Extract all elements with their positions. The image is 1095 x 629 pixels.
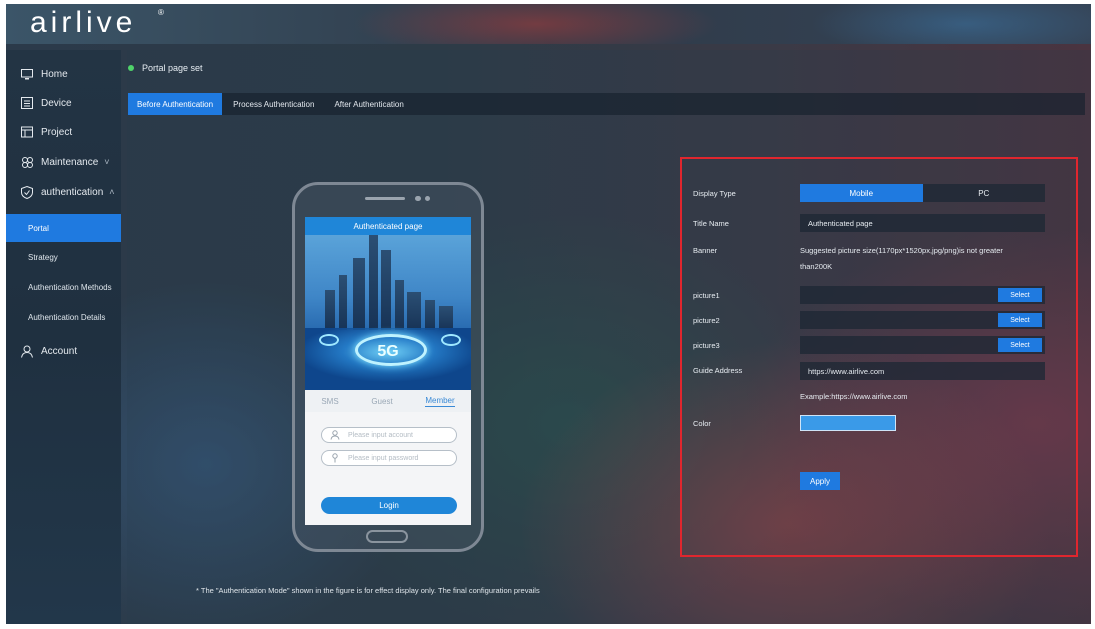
tab-after-authentication[interactable]: After Authentication [325, 93, 412, 115]
page-title: Portal page set [142, 63, 203, 73]
chevron-up-icon: ˄ [109, 187, 115, 197]
sidebar-subitem-strategy[interactable]: Strategy [6, 243, 121, 271]
sidebar-item-account[interactable]: Account [6, 337, 121, 365]
picture3-label: picture3 [693, 341, 720, 350]
sidebar-subitem-label: Portal [28, 223, 49, 233]
preview-title: Authenticated page [305, 217, 471, 235]
device-list-icon [20, 96, 34, 110]
lock-icon [330, 453, 340, 463]
registered-mark: ® [158, 8, 164, 17]
picture1-field[interactable]: Select [800, 286, 1045, 304]
picture2-select-button[interactable]: Select [998, 313, 1042, 327]
banner-5g-text: 5G [377, 343, 399, 360]
guide-address-example: Example:https://www.airlive.com [800, 392, 908, 401]
building [381, 250, 391, 330]
status-dot [128, 65, 134, 71]
building [407, 292, 421, 330]
preview-screen: Authenticated page 5G SMS Guest Member P… [305, 217, 471, 525]
sidebar-item-label: Maintenance [41, 156, 99, 168]
sidebar-item-home[interactable]: Home [6, 60, 121, 88]
sidebar-item-project[interactable]: Project [6, 118, 121, 146]
picture2-label: picture2 [693, 316, 720, 325]
banner-label: Banner [693, 246, 718, 255]
sidebar-subitem-portal[interactable]: Portal [6, 214, 121, 242]
banner-size-hint-2: than200K [800, 262, 833, 271]
sidebar-item-authentication[interactable]: authentication ˄ [6, 178, 121, 206]
sidebar-subitem-label: Authentication Methods [28, 282, 112, 292]
phone-camera [415, 196, 421, 201]
preview-login-button[interactable]: Login [321, 497, 457, 514]
guide-address-label: Guide Address [693, 366, 743, 375]
display-type-mobile[interactable]: Mobile [800, 184, 923, 202]
brand-logo[interactable]: airlive [30, 6, 136, 40]
apply-button[interactable]: Apply [800, 472, 840, 490]
color-picker[interactable] [800, 415, 896, 431]
footnote: * The "Authentication Mode" shown in the… [196, 586, 540, 595]
preview-password-placeholder: Please input password [348, 454, 419, 462]
monitor-icon [20, 67, 34, 81]
banner-size-hint: Suggested picture size(1170px*1520px,jpg… [800, 246, 1003, 255]
sidebar-subitem-authentication-methods[interactable]: Authentication Methods [6, 273, 121, 301]
tab-before-authentication[interactable]: Before Authentication [128, 93, 223, 115]
title-name-field[interactable]: Authenticated page [800, 214, 1045, 232]
display-type-pc[interactable]: PC [922, 184, 1045, 202]
picture2-field[interactable]: Select [800, 311, 1045, 329]
picture3-field[interactable]: Select [800, 336, 1045, 354]
project-icon [20, 125, 34, 139]
banner-image: 5G [305, 235, 471, 390]
breadcrumb: Portal page set [128, 58, 203, 78]
building [369, 235, 378, 330]
sidebar-item-label: Project [41, 126, 73, 138]
preview-tab-guest[interactable]: Guest [371, 397, 392, 406]
building [353, 258, 365, 330]
preview-password-input[interactable]: Please input password [321, 450, 457, 466]
color-label: Color [693, 419, 711, 428]
phone-home-button [366, 530, 408, 543]
guide-address-field[interactable]: https://www.airlive.com [800, 362, 1045, 380]
preview-account-placeholder: Please input account [348, 431, 413, 439]
sidebar-item-label: Account [41, 345, 78, 357]
sidebar-item-label: Device [41, 97, 72, 109]
sidebar-subitem-label: Strategy [28, 252, 58, 262]
title-name-label: Title Name [693, 219, 729, 228]
picture3-select-button[interactable]: Select [998, 338, 1042, 352]
chevron-down-icon: ˅ [104, 157, 110, 167]
user-icon [20, 344, 34, 358]
sidebar-item-maintenance[interactable]: Maintenance ˅ [6, 148, 121, 176]
sidebar-item-label: authentication [41, 186, 104, 198]
building [395, 280, 404, 330]
building [339, 275, 347, 330]
phone-sensor [425, 196, 430, 201]
picture1-label: picture1 [693, 291, 720, 300]
sidebar-subitem-label: Authentication Details [28, 312, 106, 322]
maintenance-icon [20, 155, 34, 169]
preview-tab-sms[interactable]: SMS [321, 397, 338, 406]
phone-speaker [365, 197, 405, 200]
display-type-toggle: Mobile PC [800, 184, 1045, 202]
display-type-label: Display Type [693, 189, 736, 198]
preview-auth-tabs: SMS Guest Member [305, 390, 471, 412]
sidebar-item-device[interactable]: Device [6, 89, 121, 117]
building [439, 306, 453, 330]
building [325, 290, 335, 330]
picture1-select-button[interactable]: Select [998, 288, 1042, 302]
shield-check-icon [20, 185, 34, 199]
user-icon [330, 430, 340, 440]
preview-tab-member[interactable]: Member [425, 396, 455, 407]
building [425, 300, 435, 330]
sidebar-subitem-authentication-details[interactable]: Authentication Details [6, 303, 121, 331]
top-bar: airlive ® [6, 4, 1091, 44]
sidebar-item-label: Home [41, 68, 68, 80]
tab-bar: Before Authentication Process Authentica… [128, 93, 1085, 115]
tab-process-authentication[interactable]: Process Authentication [224, 93, 323, 115]
preview-account-input[interactable]: Please input account [321, 427, 457, 443]
phone-preview: Authenticated page 5G SMS Guest Member P… [292, 182, 484, 552]
